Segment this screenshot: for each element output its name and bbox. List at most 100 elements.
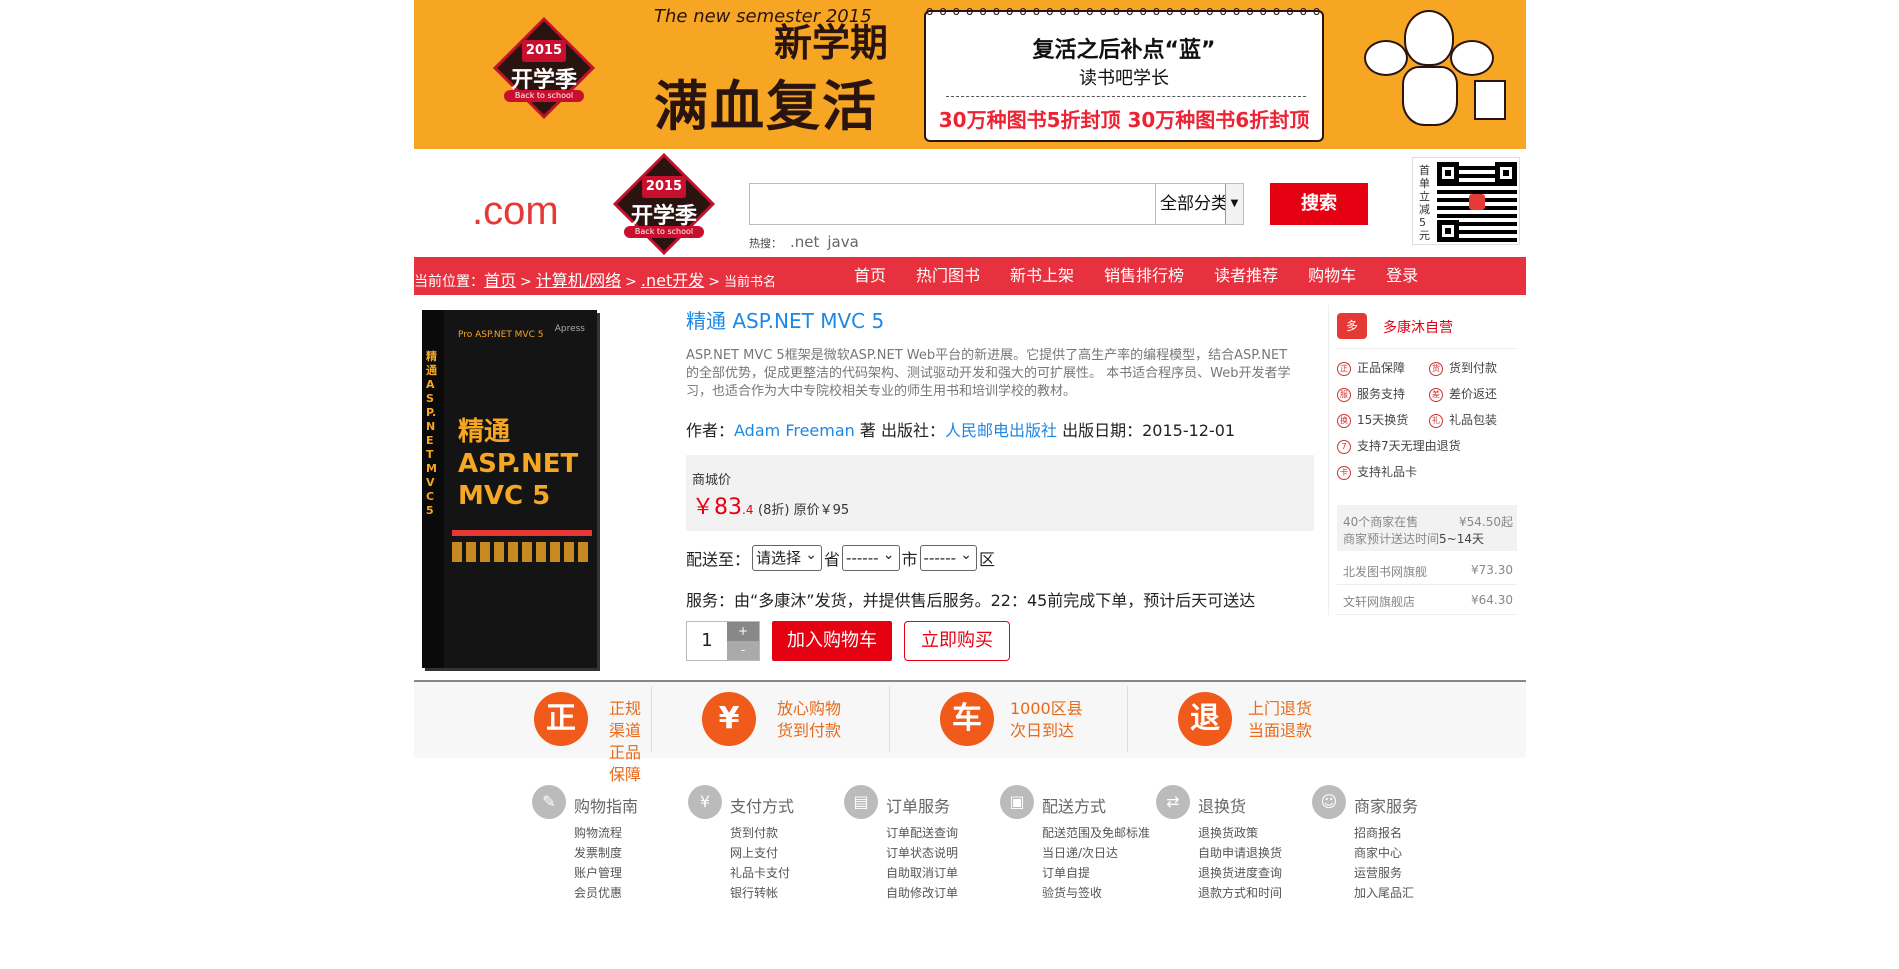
seller-list: 40个商家在售 ¥54.50起 商家预计送达时间5~14天 北发图书网旗舰 ¥7… — [1337, 505, 1517, 615]
footer-link[interactable]: 货到付款 — [730, 823, 790, 843]
crumb-home[interactable]: 首页 — [484, 271, 516, 290]
cover-publisher: Apress — [554, 324, 585, 334]
search-button[interactable]: 搜索 — [1270, 183, 1368, 225]
product-description: ASP.NET MVC 5框架是微软ASP.NET Web平台的新进展。它提供了… — [686, 348, 1291, 399]
footer-link[interactable]: 会员优惠 — [574, 883, 622, 903]
footer-link[interactable]: 自助修改订单 — [886, 883, 958, 903]
footer-link[interactable]: 发票制度 — [574, 843, 622, 863]
seller-row[interactable]: 文轩网旗舰店 ¥64.30 — [1337, 585, 1517, 615]
crumb-current: 当前书名 — [723, 275, 776, 290]
footer-link[interactable]: 自助申请退换货 — [1198, 843, 1282, 863]
footer-link[interactable]: 退款方式和时间 — [1198, 883, 1282, 903]
footer-link[interactable]: 验货与签收 — [1042, 883, 1150, 903]
seller-row[interactable]: 北发图书网旗舰 ¥73.30 — [1337, 555, 1517, 585]
footer-link[interactable]: 当日递/次日达 — [1042, 843, 1150, 863]
hot-search: 热搜： .net java — [749, 233, 859, 251]
note-subtitle: 读书吧学长 — [1079, 68, 1169, 89]
sellers-summary[interactable]: 40个商家在售 ¥54.50起 商家预计送达时间5~14天 — [1337, 505, 1517, 551]
hot-word[interactable]: .net — [790, 233, 819, 251]
main-nav: 首页 热门图书 新书上架 销售排行榜 读者推荐 购物车 登录 — [854, 257, 1448, 295]
crumb-computer[interactable]: 计算机/网络 — [536, 271, 621, 290]
hot-word[interactable]: java — [827, 233, 858, 251]
footer-link[interactable]: 配送范围及免邮标准 — [1042, 823, 1150, 843]
publisher-link[interactable]: 人民邮电出版社 — [945, 421, 1057, 440]
author-link[interactable]: Adam Freeman — [734, 421, 855, 440]
price-label: 商城价 — [692, 473, 732, 488]
city-select[interactable]: ------ — [842, 543, 900, 571]
breadcrumb: 当前位置：首页 > 计算机/网络 > .net开发 > 当前书名 — [414, 271, 776, 290]
nav-home[interactable]: 首页 — [854, 257, 886, 295]
store-tag: 卡支持礼品卡 — [1337, 463, 1417, 480]
footer-link[interactable]: 订单状态说明 — [886, 843, 958, 863]
cover-title: 精通 ASP.NET MVC 5 — [458, 417, 579, 511]
footer-link[interactable]: 招商报名 — [1354, 823, 1414, 843]
cover-spine-text: 精通 ASP.NET MVC 5 — [426, 350, 437, 517]
nav-recommend[interactable]: 读者推荐 — [1214, 257, 1278, 295]
service-info: 服务：由“多康沐”发货，并提供售后服务。22：45前完成下单，预计后天可送达 — [686, 591, 1256, 610]
nav-bestsellers[interactable]: 销售排行榜 — [1104, 257, 1184, 295]
nav-new-books[interactable]: 新书上架 — [1010, 257, 1074, 295]
guarantee-return: 退 上门退货 当面退款 — [1128, 686, 1366, 752]
truck-icon: 车 — [940, 692, 994, 746]
nav-login[interactable]: 登录 — [1386, 257, 1418, 295]
delivery-icon: ▣ — [1000, 785, 1034, 819]
footer-link[interactable]: 退换货政策 — [1198, 823, 1282, 843]
category-select[interactable]: 全部分类 ▼ — [1155, 183, 1244, 225]
search-input[interactable] — [749, 183, 1155, 225]
return-basket-icon: 退 — [1178, 692, 1232, 746]
qr-caption: 首单立减5元 — [1419, 164, 1430, 242]
store-tag: 7 支持7天无理由退货 — [1337, 437, 1461, 454]
store-tag: 换 15天换货 — [1337, 411, 1408, 428]
add-to-cart-button[interactable]: 加入购物车 — [772, 621, 892, 661]
qr-code-icon — [1437, 162, 1517, 242]
quantity-plus-button[interactable]: + — [727, 622, 759, 641]
footer-link[interactable]: 礼品卡支付 — [730, 863, 790, 883]
book-cover[interactable]: 精通 ASP.NET MVC 5 Apress Pro ASP.NET MVC … — [422, 310, 597, 668]
ship-to: 配送至： 请选择省 ------市 ------区 — [686, 543, 995, 571]
footer-link[interactable]: 网上支付 — [730, 843, 790, 863]
nav-hot-books[interactable]: 热门图书 — [916, 257, 980, 295]
site-logo[interactable]: .com — [472, 189, 559, 234]
note-title: 复活之后补点“蓝” — [1032, 38, 1216, 63]
genuine-icon: 正 — [534, 692, 588, 746]
guarantee-strip: 正 正规渠道 正品保障 ¥ 放心购物 货到付款 车 1000区县 次日到达 退 上门退… — [414, 680, 1526, 784]
qr-promo[interactable]: 首单立减5元 — [1412, 157, 1520, 245]
footer-link[interactable]: 购物流程 — [574, 823, 622, 843]
quantity-input[interactable]: 1 — [687, 622, 727, 660]
footer-link[interactable]: 银行转帐 — [730, 883, 790, 903]
footer-link[interactable]: 订单自提 — [1042, 863, 1150, 883]
site-header: .com 2015 开学季 Back to school 全部分类 ▼ 搜索 热… — [414, 149, 1526, 257]
page: 2015 开学季 Back to school The new semester… — [0, 0, 1899, 969]
angel-mascot-icon — [1344, 10, 1514, 140]
buy-now-button[interactable]: 立即购买 — [904, 621, 1010, 661]
exchange-icon: ⇄ — [1156, 785, 1190, 819]
footer-link[interactable]: 账户管理 — [574, 863, 622, 883]
store-name[interactable]: 多康沐自营 — [1383, 317, 1453, 337]
yuan-icon: ¥ — [702, 692, 756, 746]
chevron-down-icon: ▼ — [1225, 184, 1243, 224]
district-select[interactable]: ------ — [919, 543, 978, 571]
quantity-minus-button[interactable]: - — [727, 641, 759, 660]
back-to-school-badge: 2015 开学季 Back to school — [604, 153, 724, 255]
semester-cn: 新学期 — [774, 21, 889, 65]
store-tag: 货货到付款 — [1429, 359, 1497, 376]
store-tag: 服服务支持 — [1337, 385, 1405, 402]
footer-link[interactable]: 商家中心 — [1354, 843, 1414, 863]
quantity-stepper[interactable]: 1 + - — [686, 621, 760, 661]
footer-link[interactable]: 自助取消订单 — [886, 863, 958, 883]
store-tag: 礼礼品包装 — [1429, 411, 1497, 428]
promo-banner[interactable]: 2015 开学季 Back to school The new semester… — [414, 0, 1526, 149]
nav-cart[interactable]: 购物车 — [1308, 257, 1356, 295]
yuan-icon: ¥ — [688, 785, 722, 819]
product-meta: 作者：Adam Freeman 著 出版社：人民邮电出版社 出版日期：2015-… — [686, 421, 1236, 440]
crumb-dotnet[interactable]: .net开发 — [641, 271, 704, 290]
footer-link[interactable]: 运营服务 — [1354, 863, 1414, 883]
product-detail: 精通 ASP.NET MVC 5 Apress Pro ASP.NET MVC … — [414, 305, 1526, 675]
footer-link[interactable]: 加入尾品汇 — [1354, 883, 1414, 903]
footer-link[interactable]: 订单配送查询 — [886, 823, 958, 843]
price-box: 商城价 ￥83.4 (8折) 原价￥95 — [686, 455, 1314, 531]
province-select[interactable]: 请选择 — [752, 543, 823, 571]
price: ￥83.4 — [692, 495, 754, 520]
footer-link[interactable]: 退换货进度查询 — [1198, 863, 1282, 883]
store-tag: 差差价返还 — [1429, 385, 1497, 402]
